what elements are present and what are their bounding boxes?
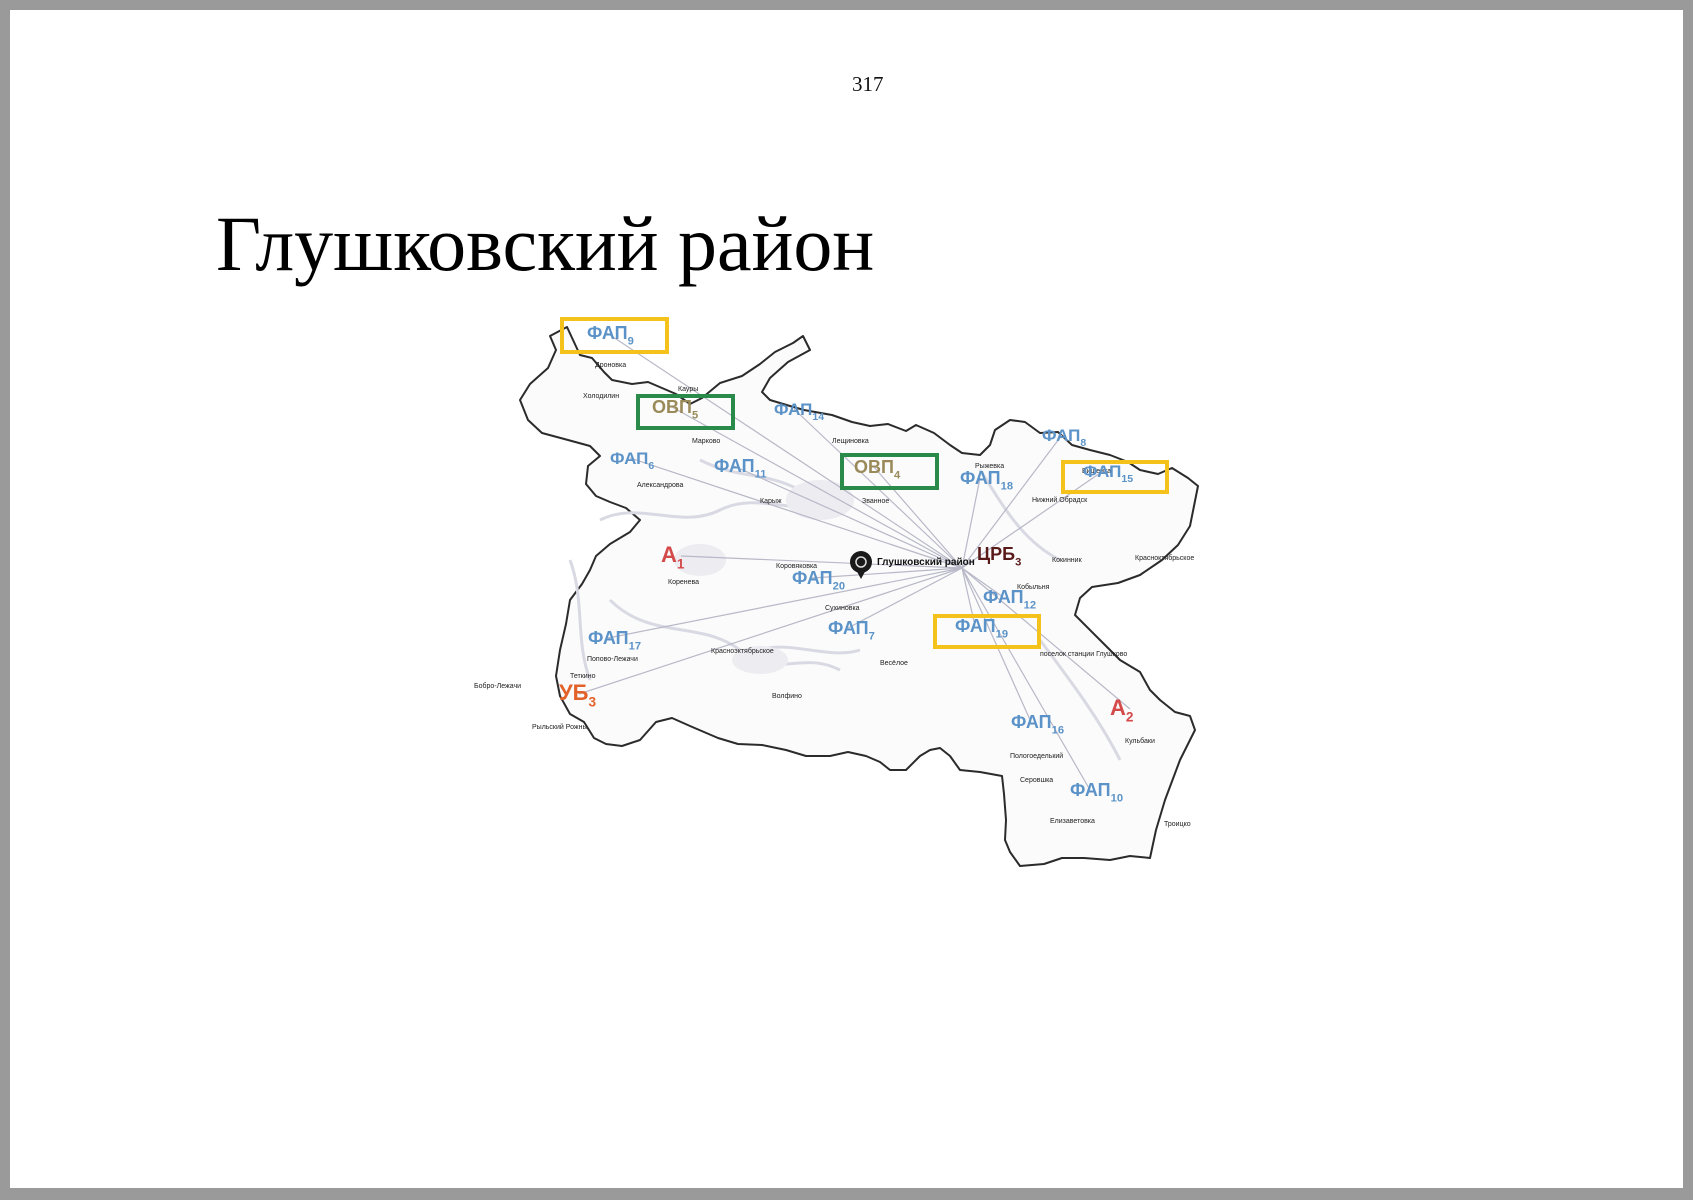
district-map: Дроновка Кауры Холодилин Марково Лещиновка Ры… — [474, 317, 1199, 867]
settlement-label: Попово-Лежачи — [587, 656, 638, 663]
settlement-label: Нижний Обрадск — [1032, 496, 1088, 504]
settlement-label: Бобро-Лежачи — [474, 682, 521, 690]
settlement-label: Весёлое — [880, 660, 908, 667]
settlement-label: Карыж — [760, 498, 782, 505]
settlement-label: Волфино — [772, 693, 802, 700]
district-center-label: Глушковский район — [877, 557, 975, 568]
settlement-label: Холодилин — [583, 393, 619, 400]
settlement-label: Кокинник — [1052, 557, 1083, 564]
settlement-label: Красноктябрьское — [1135, 554, 1194, 562]
settlement-label: Дроновка — [595, 362, 626, 369]
settlement-label: Кульбаки — [1125, 737, 1155, 745]
settlement-label: Сухиновка — [825, 605, 860, 612]
settlement-label: Красноэктябрьское — [711, 647, 774, 655]
settlement-label: Троицко — [1164, 821, 1191, 828]
settlement-label: Званное — [862, 498, 889, 505]
settlement-label: Марково — [692, 438, 720, 445]
settlement-label: Серовшка — [1020, 777, 1053, 784]
settlement-label: Рыльский Рожны — [532, 723, 588, 731]
settlement-label: Коренева — [668, 579, 699, 586]
settlement-label: Лещиновка — [832, 438, 869, 445]
settlement-label: поселок станции Глушково — [1040, 651, 1127, 658]
facility-fap9: ФАП9 — [587, 323, 634, 347]
settlement-label: Пологоеделький — [1010, 752, 1063, 760]
settlement-label: Кауры — [678, 386, 698, 393]
settlement-label: Елизаветовка — [1050, 818, 1095, 825]
settlement-label: Александрова — [637, 482, 684, 489]
settlement-label: Теткино — [570, 673, 596, 680]
